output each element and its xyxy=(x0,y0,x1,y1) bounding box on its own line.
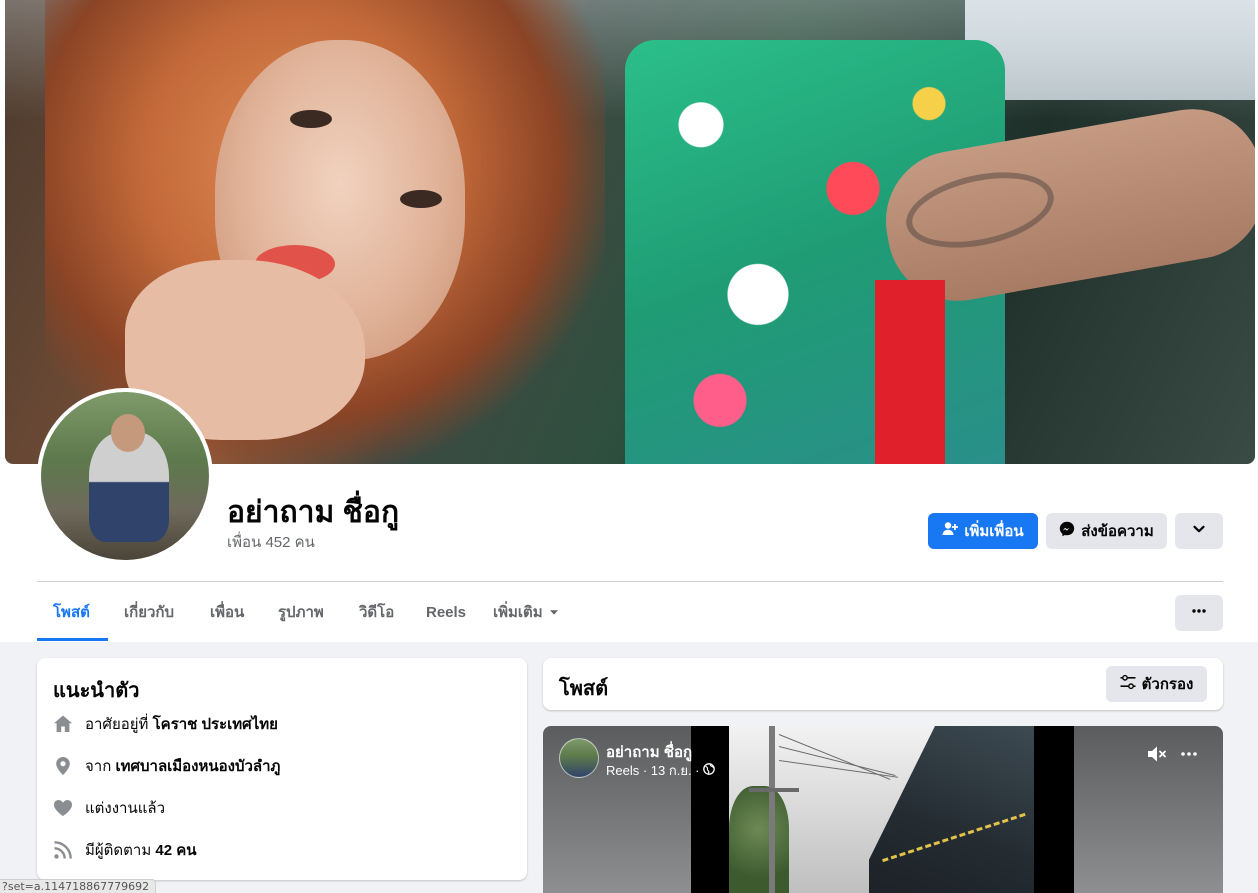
hometown-link[interactable]: เทศบาลเมืองหนองบัวลำภู xyxy=(115,758,280,775)
reel-meta: Reels · 13 ก.ย. · xyxy=(606,760,715,781)
mute-button[interactable] xyxy=(1145,744,1169,768)
message-label: ส่งข้อความ xyxy=(1081,523,1154,540)
intro-card: แนะนำตัว อาศัยอยู่ที่ โคราช ประเทศไทย จา… xyxy=(37,658,527,880)
more-options-button[interactable] xyxy=(1175,595,1223,631)
tab-friends[interactable]: เพื่อน xyxy=(210,598,244,626)
person-plus-icon xyxy=(942,521,959,541)
header-divider xyxy=(37,581,1223,582)
messenger-icon xyxy=(1059,521,1075,541)
tab-videos[interactable]: วิดีโอ xyxy=(359,598,394,626)
reel-more-button[interactable] xyxy=(1177,744,1201,768)
cover-photo[interactable] xyxy=(5,0,1255,464)
friends-count[interactable]: เพื่อน 452 คน xyxy=(227,530,315,554)
tab-reels[interactable]: Reels xyxy=(426,598,466,626)
caret-down-icon xyxy=(549,604,559,621)
home-icon xyxy=(53,714,73,734)
more-dots-icon xyxy=(1191,603,1207,623)
chevron-down-icon xyxy=(1192,522,1206,540)
speaker-muted-icon xyxy=(1146,743,1168,770)
intro-from: จาก เทศบาลเมืองหนองบัวลำภู xyxy=(53,753,280,779)
followers-link[interactable]: 42 คน xyxy=(155,842,196,859)
more-dots-icon xyxy=(1180,745,1198,768)
tab-photos[interactable]: รูปภาพ xyxy=(278,598,324,626)
filter-label: ตัวกรอง xyxy=(1141,676,1194,693)
reel-author-avatar[interactable] xyxy=(559,738,599,778)
profile-avatar[interactable] xyxy=(37,388,213,564)
globe-icon[interactable] xyxy=(702,763,715,778)
reel-video[interactable] xyxy=(691,726,1074,893)
heart-icon xyxy=(53,798,73,818)
intro-relationship: แต่งงานแล้ว xyxy=(53,795,165,821)
filter-sliders-icon xyxy=(1120,674,1136,694)
truck xyxy=(869,726,1034,893)
intro-title: แนะนำตัว xyxy=(53,680,140,702)
intro-followers: มีผู้ติดตาม 42 คน xyxy=(53,837,197,863)
profile-name: อย่าถาม ชื่อกู xyxy=(227,496,400,529)
posts-header-card: โพสต์ ตัวกรอง xyxy=(543,658,1223,710)
lives-in-link[interactable]: โคราช ประเทศไทย xyxy=(153,716,278,733)
tab-more[interactable]: เพิ่มเติม xyxy=(493,598,559,626)
add-friend-button[interactable]: เพิ่มเพื่อน xyxy=(928,513,1038,549)
intro-lives-in: อาศัยอยู่ที่ โคราช ประเทศไทย xyxy=(53,711,278,737)
tab-posts[interactable]: โพสต์ xyxy=(53,598,90,626)
message-button[interactable]: ส่งข้อความ xyxy=(1046,513,1167,549)
profile-header: อย่าถาม ชื่อกู เพื่อน 452 คน เพิ่มเพื่อน… xyxy=(0,0,1258,642)
status-bar-url: ?set=a.114718867779692 xyxy=(0,879,157,893)
tab-about[interactable]: เกี่ยวกับ xyxy=(124,598,174,626)
rss-feed-icon xyxy=(53,840,73,860)
location-pin-icon xyxy=(53,756,73,776)
profile-options-button[interactable] xyxy=(1175,513,1223,549)
active-tab-indicator xyxy=(37,638,108,641)
posts-title: โพสต์ xyxy=(559,678,609,700)
filter-button[interactable]: ตัวกรอง xyxy=(1106,666,1207,702)
reel-post[interactable]: อย่าถาม ชื่อกู Reels · 13 ก.ย. · xyxy=(543,726,1223,893)
add-friend-label: เพิ่มเพื่อน xyxy=(964,523,1024,540)
